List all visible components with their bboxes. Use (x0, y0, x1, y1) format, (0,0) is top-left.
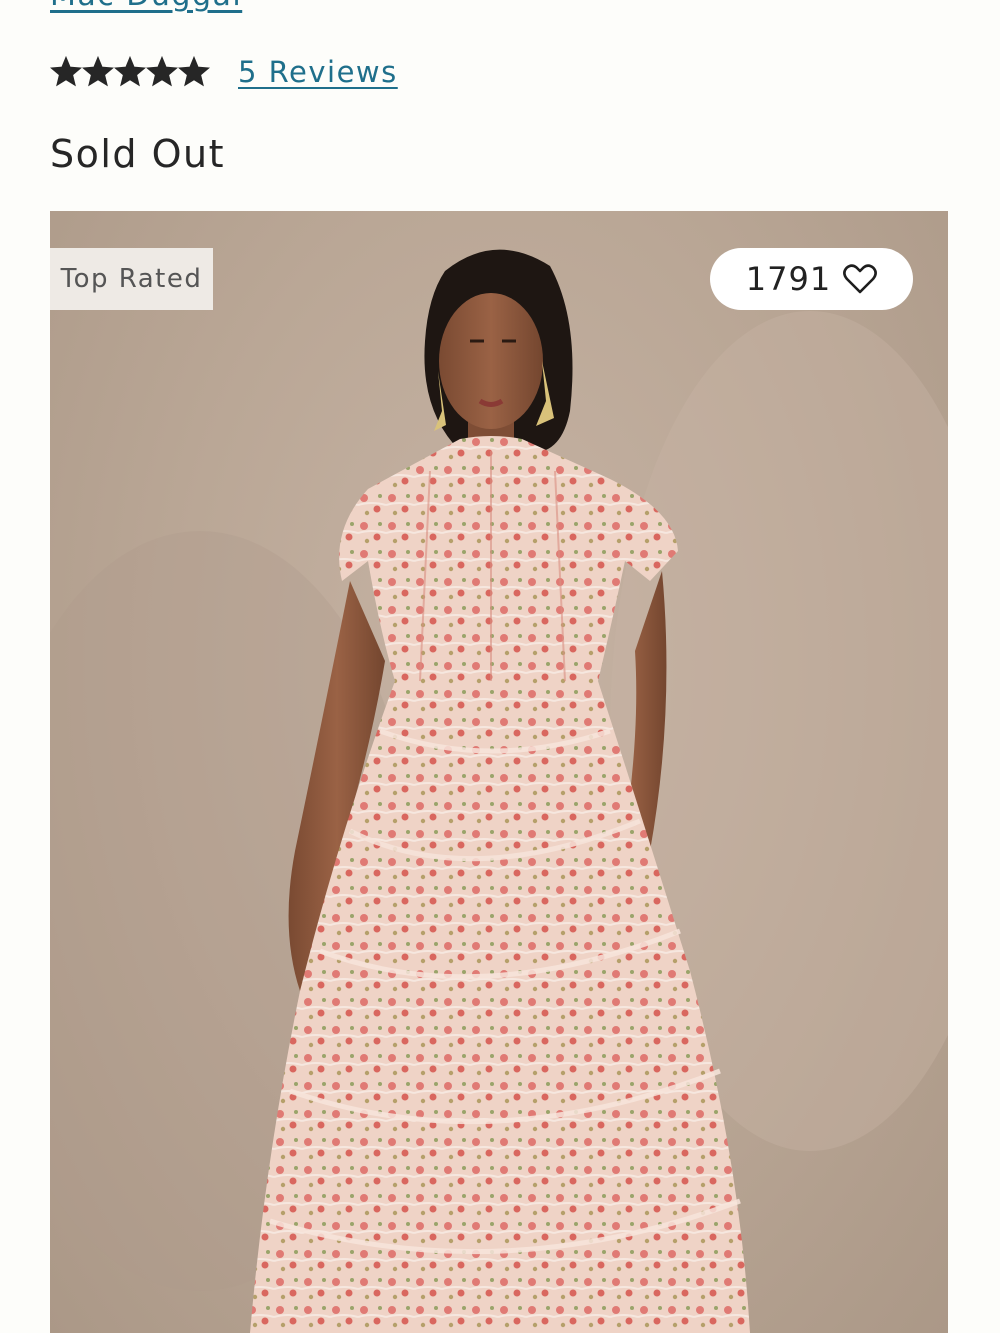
top-rated-badge: Top Rated (50, 248, 213, 310)
star-icon (50, 56, 82, 87)
favorite-button[interactable]: 1791 (710, 248, 913, 310)
star-icon (146, 56, 178, 87)
star-icon (114, 56, 146, 87)
heart-outline-icon (843, 264, 878, 294)
star-rating (50, 54, 210, 90)
star-icon (82, 56, 114, 87)
reviews-link[interactable]: 5 Reviews (238, 55, 398, 89)
rating-row: 5 Reviews (50, 52, 398, 92)
stock-status: Sold Out (50, 132, 226, 176)
favorite-count: 1791 (745, 260, 832, 298)
star-icon (178, 56, 210, 87)
brand-link[interactable]: Mac Duggal (50, 0, 242, 13)
model-photo (50, 249, 948, 1333)
product-image[interactable]: Top Rated 1791 (50, 211, 948, 1333)
